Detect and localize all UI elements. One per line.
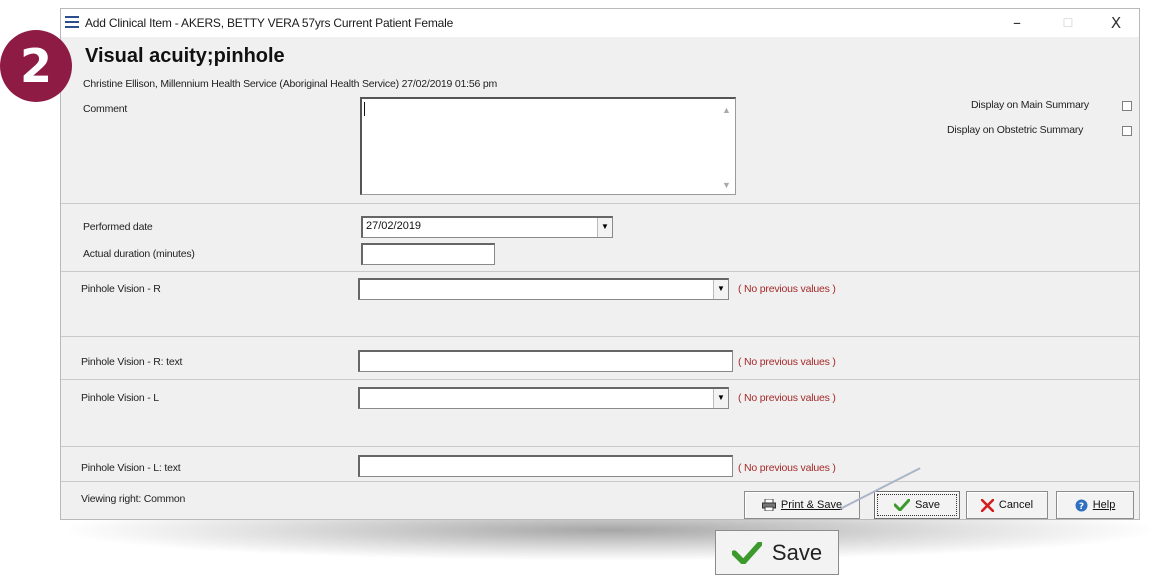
- x-icon: [980, 498, 994, 512]
- list-icon: [65, 16, 79, 28]
- item-title: Visual acuity;pinhole: [85, 45, 285, 67]
- text-caret: [364, 102, 365, 116]
- obstetric-summary-checkbox[interactable]: [1122, 126, 1132, 136]
- main-summary-checkbox[interactable]: [1122, 101, 1132, 111]
- help-icon: ?: [1075, 499, 1088, 512]
- comment-label: Comment: [83, 103, 128, 115]
- performed-date-label: Performed date: [83, 221, 153, 233]
- pinhole-r-text-label: Pinhole Vision - R: text: [81, 356, 183, 368]
- pinhole-r-dropdown[interactable]: ▼: [358, 278, 729, 300]
- pinhole-l-text-section: Pinhole Vision - L: text ( No previous v…: [61, 446, 1139, 481]
- chevron-down-icon[interactable]: ▼: [713, 389, 728, 408]
- pinhole-l-section: Pinhole Vision - L ▼ ( No previous value…: [61, 379, 1139, 446]
- minimize-button[interactable]: –: [998, 11, 1036, 35]
- step-badge: 2: [0, 30, 72, 102]
- title-bar: Add Clinical Item - AKERS, BETTY VERA 57…: [61, 9, 1139, 37]
- comment-section: Comment ▲ ▼ Display on Main Summary Disp…: [61, 95, 1139, 201]
- callout-save-label: Save: [771, 539, 823, 565]
- pinhole-r-text-section: Pinhole Vision - R: text ( No previous v…: [61, 336, 1139, 379]
- chevron-down-icon[interactable]: ▼: [597, 218, 612, 237]
- pinhole-l-previous: ( No previous values ): [738, 392, 836, 404]
- save-button-callout: Save: [715, 530, 839, 575]
- add-clinical-item-dialog: Add Clinical Item - AKERS, BETTY VERA 57…: [60, 8, 1140, 520]
- cancel-label: Cancel: [998, 499, 1034, 511]
- save-button[interactable]: Save: [874, 491, 960, 519]
- pinhole-l-label: Pinhole Vision - L: [81, 392, 159, 404]
- checkmark-icon: [893, 499, 910, 511]
- performed-date-picker[interactable]: 27/02/2019 ▼: [361, 216, 613, 238]
- maximize-button[interactable]: ☐: [1049, 11, 1087, 35]
- printer-icon: [761, 499, 776, 511]
- cancel-button[interactable]: Cancel: [966, 491, 1048, 519]
- pinhole-r-text-previous: ( No previous values ): [738, 356, 836, 368]
- pinhole-l-text-input[interactable]: [358, 455, 733, 477]
- save-label: Save: [914, 499, 941, 511]
- viewing-right-text: Viewing right: Common: [81, 493, 186, 505]
- pinhole-r-section: Pinhole Vision - R ▼ ( No previous value…: [61, 271, 1139, 336]
- print-save-button[interactable]: Print & Save: [744, 491, 860, 519]
- pinhole-r-previous: ( No previous values ): [738, 283, 836, 295]
- svg-text:?: ?: [1079, 502, 1084, 512]
- comment-scrollbar[interactable]: ▲ ▼: [719, 99, 735, 194]
- obstetric-summary-label: Display on Obstetric Summary: [947, 124, 1084, 136]
- scroll-up-icon[interactable]: ▲: [722, 105, 731, 115]
- close-button[interactable]: X: [1097, 11, 1135, 35]
- dialog-footer: Viewing right: Common Print & Save Save …: [61, 481, 1139, 522]
- performed-date-value: 27/02/2019: [366, 220, 422, 232]
- comment-textarea[interactable]: ▲ ▼: [360, 97, 736, 195]
- help-button[interactable]: ? Help: [1056, 491, 1134, 519]
- scroll-down-icon[interactable]: ▼: [722, 180, 731, 190]
- pinhole-l-text-previous: ( No previous values ): [738, 462, 836, 474]
- pinhole-l-text-label: Pinhole Vision - L: text: [81, 462, 181, 474]
- window-title: Add Clinical Item - AKERS, BETTY VERA 57…: [85, 16, 454, 30]
- checkmark-icon: [731, 541, 762, 564]
- duration-label: Actual duration (minutes): [83, 248, 195, 260]
- main-summary-label: Display on Main Summary: [971, 99, 1089, 111]
- pinhole-l-dropdown[interactable]: ▼: [358, 387, 729, 409]
- help-label: Help: [1092, 499, 1116, 511]
- duration-input[interactable]: [361, 243, 495, 265]
- pinhole-r-text-input[interactable]: [358, 350, 733, 372]
- chevron-down-icon[interactable]: ▼: [713, 280, 728, 299]
- performed-section: Performed date 27/02/2019 ▼ Actual durat…: [61, 203, 1139, 271]
- print-save-label: Print & Save: [780, 499, 843, 511]
- item-header: Visual acuity;pinhole Christine Ellison,…: [61, 37, 1139, 95]
- pinhole-r-label: Pinhole Vision - R: [81, 283, 161, 295]
- author-line: Christine Ellison, Millennium Health Ser…: [83, 78, 498, 90]
